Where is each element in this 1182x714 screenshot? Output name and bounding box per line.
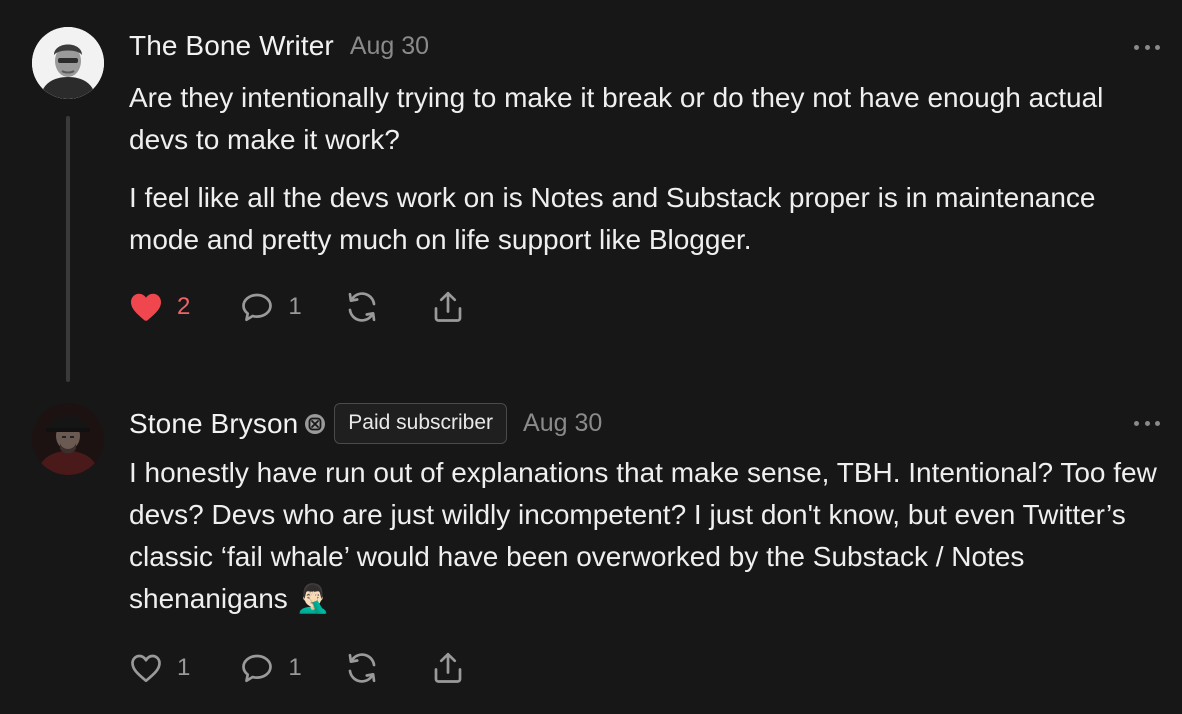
paid-subscriber-badge: Paid subscriber (334, 403, 508, 444)
author-name[interactable]: The Bone Writer (129, 30, 334, 62)
speech-bubble-icon (238, 289, 276, 325)
like-button[interactable]: 2 (127, 289, 190, 325)
avatar[interactable] (32, 27, 104, 99)
author-name[interactable]: Stone Bryson (129, 408, 298, 440)
restack-button[interactable] (344, 289, 380, 325)
more-icon[interactable] (1134, 44, 1160, 50)
speech-bubble-icon (238, 650, 276, 686)
thread-line (66, 116, 70, 382)
comment-body: Are they intentionally trying to make it… (129, 77, 1169, 277)
restack-button[interactable] (344, 650, 380, 686)
share-button[interactable] (430, 650, 466, 686)
avatar[interactable] (32, 403, 104, 475)
like-count: 2 (177, 293, 191, 320)
comment-body: I honestly have run out of explanations … (129, 452, 1169, 636)
heart-outline-icon (127, 650, 165, 686)
comment-actions: 2 1 (127, 287, 502, 327)
share-icon (430, 650, 466, 686)
comment-actions: 1 1 (127, 648, 502, 688)
like-count: 1 (177, 654, 191, 681)
reply-count: 1 (288, 293, 302, 320)
comment-header: The Bone Writer Aug 30 (129, 30, 429, 62)
subscriber-badge-icon (304, 413, 326, 435)
comment-paragraph: Are they intentionally trying to make it… (129, 82, 1104, 155)
reply-button[interactable]: 1 (238, 650, 302, 686)
restack-icon (344, 650, 380, 686)
like-button[interactable]: 1 (127, 650, 190, 686)
reply-button[interactable]: 1 (238, 289, 302, 325)
comment-paragraph: I honestly have run out of explanations … (129, 457, 1157, 614)
comment-date[interactable]: Aug 30 (523, 409, 602, 438)
comment-header: Stone Bryson Paid subscriber Aug 30 (129, 403, 602, 444)
restack-icon (344, 289, 380, 325)
more-icon[interactable] (1134, 420, 1160, 426)
heart-filled-icon (127, 289, 165, 325)
comment-date[interactable]: Aug 30 (350, 32, 429, 61)
reply-count: 1 (288, 654, 302, 681)
share-icon (430, 289, 466, 325)
comment-paragraph: I feel like all the devs work on is Note… (129, 182, 1096, 255)
share-button[interactable] (430, 289, 466, 325)
